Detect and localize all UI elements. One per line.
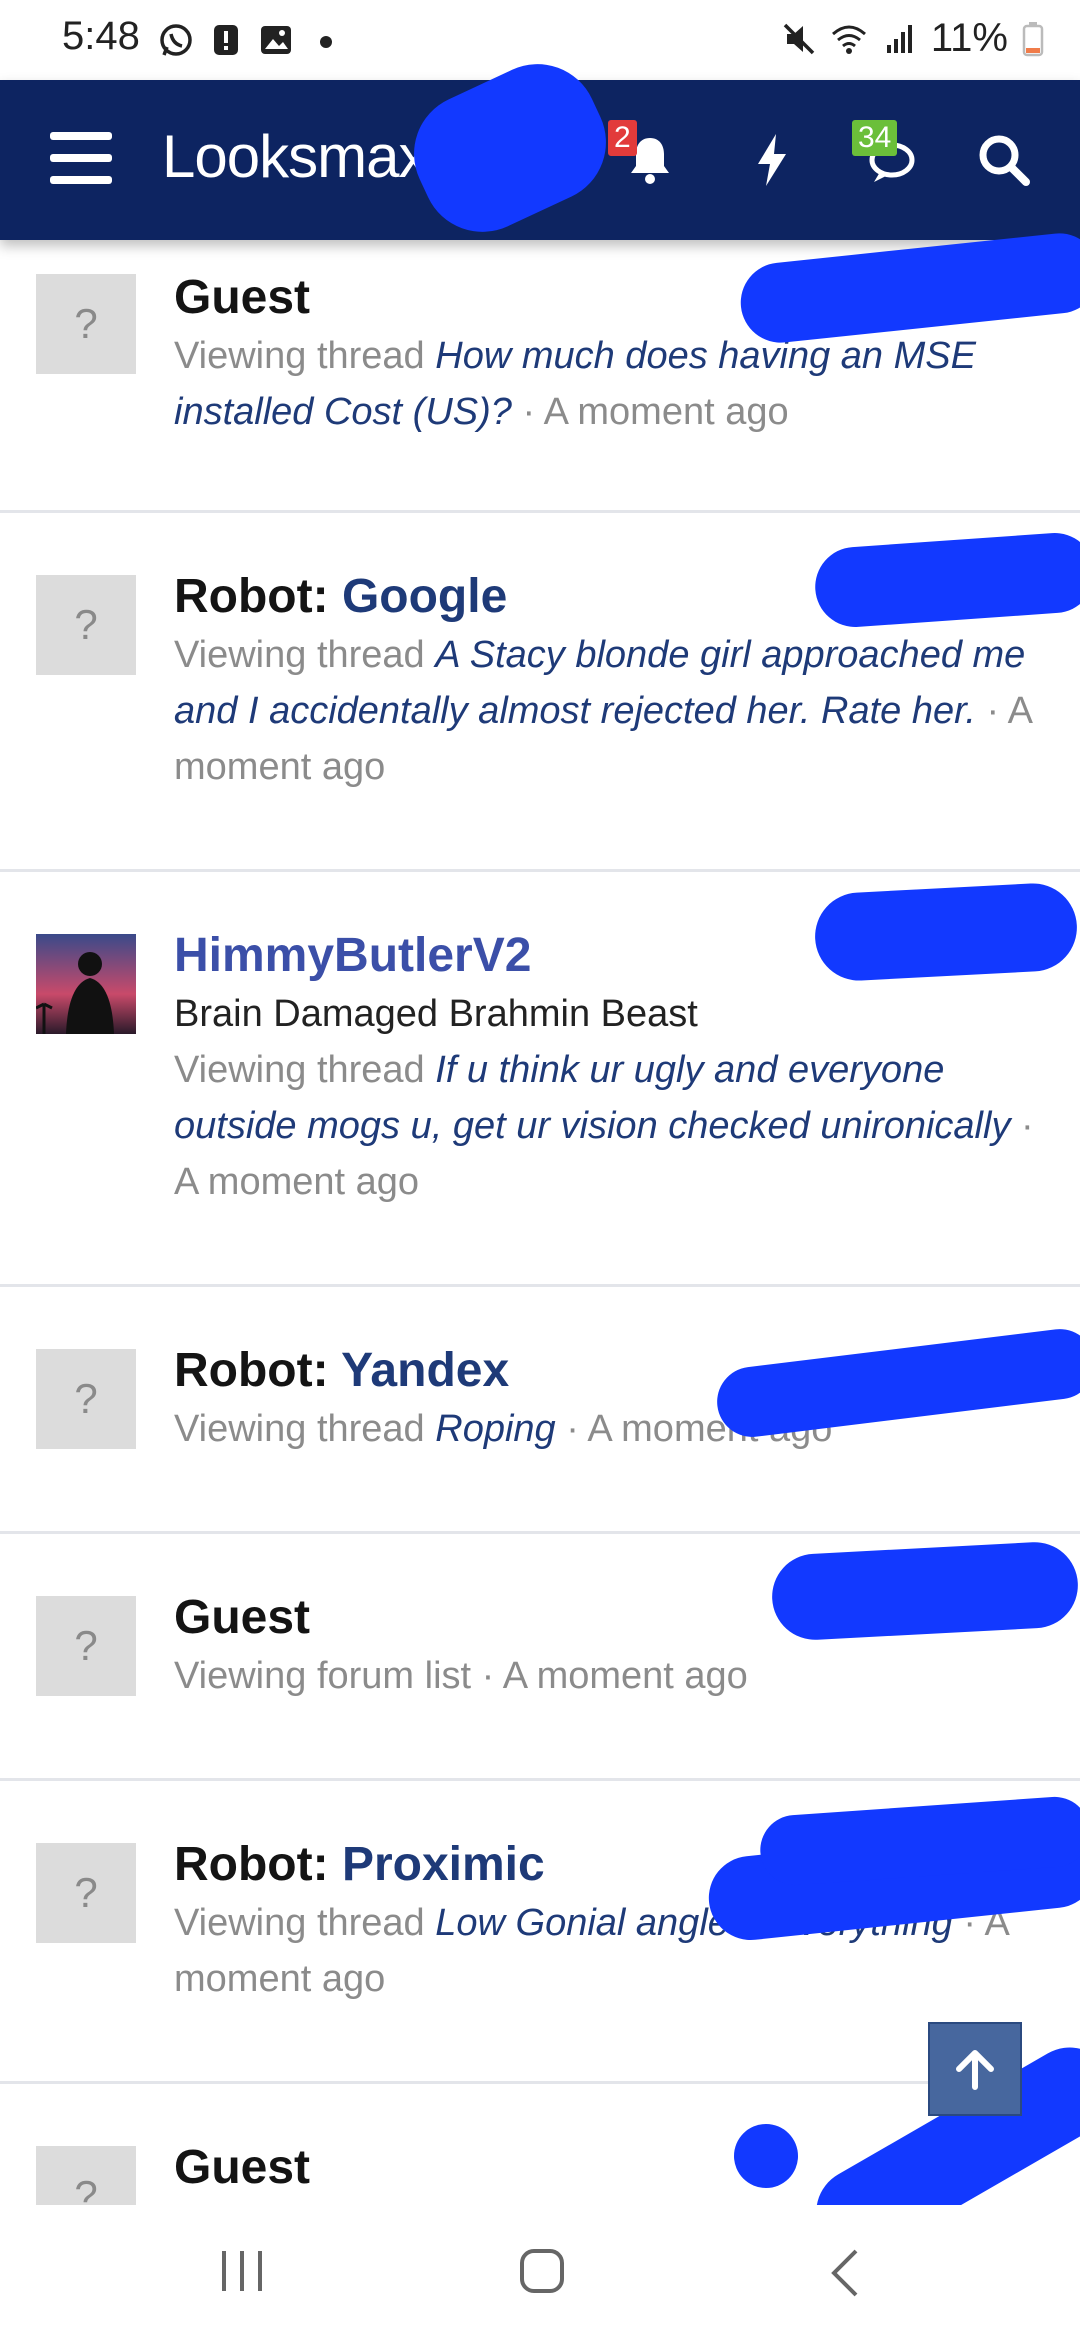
avatar[interactable]: ?	[36, 1349, 136, 1449]
robot-name-link[interactable]: Yandex	[341, 1344, 509, 1397]
battery-percent: 11%	[930, 16, 1008, 60]
battery-icon	[1022, 21, 1044, 56]
conversations-badge: 34	[852, 120, 898, 156]
wifi-icon	[831, 25, 866, 54]
robot-name-link[interactable]: Proximic	[342, 1838, 545, 1891]
user-title: Brain Damaged Brahmin Beast	[174, 993, 698, 1035]
system-navigation-bar	[0, 2205, 1080, 2340]
lightning-icon[interactable]	[740, 128, 804, 192]
notifications-badge: 2	[608, 120, 637, 156]
activity-text: Viewing thread If u think ur ugly and ev…	[174, 1049, 1034, 1203]
thread-link[interactable]: Roping	[435, 1408, 555, 1450]
menu-icon[interactable]	[50, 132, 112, 188]
avatar[interactable]: ?	[36, 575, 136, 675]
avatar[interactable]: ?	[36, 1596, 136, 1696]
activity-text: Viewing thread A Stacy blonde girl appro…	[174, 634, 1031, 788]
avatar[interactable]: ?	[36, 274, 136, 374]
activity-text: Viewing forum list · A moment ago	[174, 1655, 748, 1697]
arrow-up-icon	[956, 2050, 994, 2090]
robot-name-link[interactable]: Google	[342, 570, 507, 623]
status-left-icons	[158, 22, 344, 58]
scroll-to-top-button[interactable]	[928, 2022, 1022, 2116]
status-time: 5:48	[62, 14, 140, 58]
signal-icon	[886, 24, 912, 53]
mute-icon	[783, 23, 815, 54]
back-icon[interactable]	[822, 2245, 872, 2301]
gallery-icon	[261, 26, 291, 54]
recent-apps-icon[interactable]	[212, 2245, 272, 2295]
site-logo[interactable]: Looksmax	[162, 122, 428, 191]
whatsapp-icon	[160, 24, 192, 56]
home-icon[interactable]	[516, 2245, 572, 2301]
avatar[interactable]: ?	[36, 1843, 136, 1943]
alert-icon	[214, 25, 238, 55]
dot-icon	[320, 36, 332, 48]
status-right-icons: 11%	[781, 16, 1044, 61]
avatar[interactable]	[36, 934, 136, 1034]
activity-text: Viewing thread How much does having an M…	[174, 335, 976, 433]
search-icon[interactable]	[972, 128, 1036, 192]
